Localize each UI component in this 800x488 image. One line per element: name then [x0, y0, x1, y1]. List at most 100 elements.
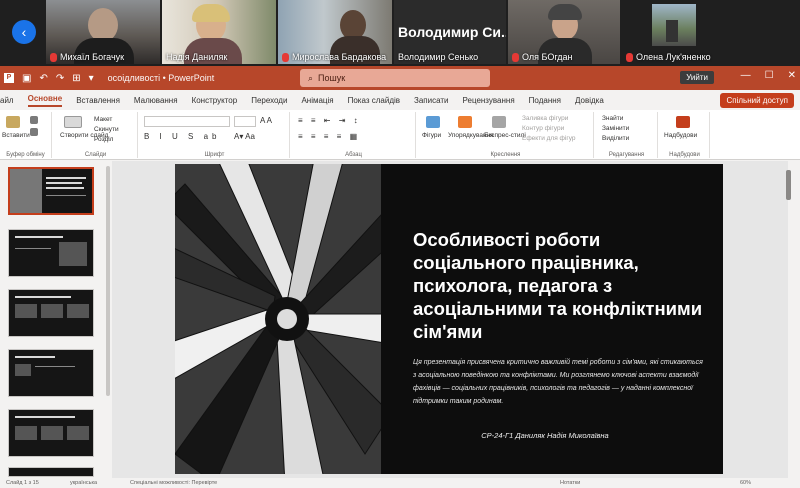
find-button[interactable]: Знайти	[602, 115, 623, 122]
font-format-icons[interactable]: B I U S ab	[144, 132, 220, 141]
tab-record[interactable]: Записати	[414, 96, 449, 105]
tab-insert[interactable]: Вставлення	[76, 96, 120, 105]
search-input[interactable]: ⌕ Пошук	[300, 69, 490, 87]
slides-group-label: Слайди	[84, 152, 107, 158]
slides-group: Створити слайд Макет Скинути Розділ Слай…	[54, 112, 138, 158]
shape-fill-button[interactable]: Заливка фігури	[522, 115, 568, 122]
font-group-label: Шрифт	[204, 152, 225, 158]
video-strip: ‹ Михаїл Богачук Надія Даниляк Мирослава…	[0, 0, 800, 66]
previous-participants-button[interactable]: ‹	[12, 20, 36, 44]
addins-button[interactable]: Надбудови	[664, 132, 697, 139]
participant-name: Михаїл Богачук	[60, 52, 125, 62]
addins-group: Надбудови Надбудови	[660, 112, 710, 158]
shapes-button[interactable]: Фігури	[422, 132, 441, 139]
font-grow-icon[interactable]: A A	[260, 116, 272, 125]
close-icon[interactable]: ✕	[788, 70, 796, 81]
addins-icon[interactable]	[676, 116, 690, 128]
drawing-group: Фігури Упорядкування Експрес-стилі Залив…	[418, 112, 594, 158]
hands-together-image	[175, 164, 381, 474]
editing-group: Знайти Замінити Виділити Редагування	[596, 112, 658, 158]
exit-button[interactable]: Уийти	[680, 71, 714, 84]
participant-name: Мирослава Бардакова	[292, 52, 387, 62]
tab-home[interactable]: Основне	[27, 94, 63, 107]
tab-view[interactable]: Подання	[529, 96, 561, 105]
arrange-icon[interactable]	[458, 116, 472, 128]
list-icons[interactable]: ≡ ≡ ⇤ ⇥ ↕	[298, 116, 361, 125]
tab-slideshow[interactable]: Показ слайдів	[348, 96, 400, 105]
notes-button[interactable]: Нотатки	[560, 480, 580, 486]
search-placeholder: Пошук	[318, 73, 346, 83]
reset-button[interactable]: Скинути	[94, 126, 119, 133]
current-slide[interactable]: Особливості роботи соціального працівник…	[175, 164, 723, 474]
font-group: A A B I U S ab A▾ Aa Шрифт	[140, 112, 290, 158]
thumbnails-scrollbar[interactable]	[106, 166, 110, 396]
ribbon-tabs: айл Основне Вставлення Малювання Констру…	[0, 90, 800, 110]
shape-effects-button[interactable]: Ефекти для фігур	[522, 135, 576, 142]
new-slide-icon[interactable]	[64, 116, 82, 128]
share-button[interactable]: Спільний доступ	[720, 93, 794, 108]
app-title: PowerPoint	[168, 73, 215, 83]
shapes-icon[interactable]	[426, 116, 440, 128]
slide-thumbnail[interactable]	[8, 409, 94, 457]
present-icon[interactable]: ⊞	[72, 73, 80, 84]
powerpoint-icon: P	[4, 73, 14, 83]
customize-arrow-icon[interactable]: ▾	[89, 73, 94, 84]
zoom-level[interactable]: 60%	[740, 480, 751, 486]
copy-icon[interactable]	[30, 128, 38, 136]
slide-title[interactable]: Особливості роботи соціального працівник…	[413, 228, 703, 343]
participant-tile[interactable]: Олена Лук'яненко	[622, 0, 734, 64]
participant-display-name: Володимир Си...	[398, 24, 506, 40]
paste-icon[interactable]	[6, 116, 20, 128]
quick-styles-icon[interactable]	[492, 116, 506, 128]
participant-tile[interactable]: Володимир Си... Володимир Сенько	[394, 0, 506, 64]
tab-animations[interactable]: Анімація	[301, 96, 333, 105]
tab-file[interactable]: айл	[0, 96, 14, 105]
participant-tile[interactable]: Михаїл Богачук	[46, 0, 160, 64]
participant-name: Надія Даниляк	[166, 52, 228, 62]
status-bar: Слайд 1 з 15 українська Спеціальні можли…	[0, 478, 800, 488]
participant-tile[interactable]: Оля БОгдан	[508, 0, 620, 64]
undo-icon[interactable]: ↶	[39, 73, 47, 84]
slide-scrollbar[interactable]	[786, 170, 791, 200]
font-size-select[interactable]	[234, 116, 256, 127]
title-bar: P ▣ ↶ ↷ ⊞ ▾ осоідливості • PowerPoint ⌕ …	[0, 66, 800, 90]
accessibility-status[interactable]: Спеціальні можливості: Перевірте	[130, 480, 217, 486]
slide-author[interactable]: СР-24-Г1 Даниляк Надія Миколаївна	[445, 431, 645, 440]
participant-tile[interactable]: Мирослава Бардакова	[278, 0, 392, 64]
tab-review[interactable]: Рецензування	[463, 96, 515, 105]
quick-styles-button[interactable]: Експрес-стилі	[484, 132, 526, 139]
select-button[interactable]: Виділити	[602, 135, 629, 142]
mic-muted-icon	[282, 52, 289, 62]
language-status[interactable]: українська	[70, 480, 97, 486]
paste-button[interactable]: Вставити	[2, 132, 30, 139]
clipboard-group-label: Буфер обміну	[6, 152, 45, 158]
minimize-icon[interactable]: —	[741, 70, 751, 81]
participant-tile-active[interactable]: Надія Даниляк	[162, 0, 276, 64]
slide-thumbnail[interactable]	[8, 167, 94, 215]
slide-thumbnail[interactable]	[8, 467, 94, 477]
redo-icon[interactable]: ↷	[56, 73, 64, 84]
section-button[interactable]: Розділ	[94, 136, 113, 143]
slide-thumbnail[interactable]	[8, 229, 94, 277]
font-color-icon[interactable]: A▾ Aa	[234, 132, 255, 141]
tab-draw[interactable]: Малювання	[134, 96, 178, 105]
replace-button[interactable]: Замінити	[602, 125, 629, 132]
slide-thumbnail[interactable]	[8, 349, 94, 397]
document-title: осоідливості	[107, 73, 161, 83]
maximize-icon[interactable]: ☐	[765, 70, 774, 81]
clipboard-group: Вставити Буфер обміну	[0, 112, 52, 158]
shape-outline-button[interactable]: Контур фігури	[522, 125, 564, 132]
thumbnail-image	[10, 169, 42, 213]
layout-button[interactable]: Макет	[94, 116, 112, 123]
slide-thumbnail[interactable]	[8, 289, 94, 337]
tab-design[interactable]: Конструктор	[192, 96, 238, 105]
save-icon[interactable]: ▣	[22, 73, 31, 84]
tab-help[interactable]: Довідка	[575, 96, 604, 105]
paragraph-group: ≡ ≡ ⇤ ⇥ ↕ ≡ ≡ ≡ ≡ ▦ Абзац	[292, 112, 416, 158]
participant-name: Олена Лук'яненко	[636, 52, 711, 62]
tab-transitions[interactable]: Переходи	[251, 96, 287, 105]
align-icons[interactable]: ≡ ≡ ≡ ≡ ▦	[298, 132, 360, 141]
font-name-select[interactable]	[144, 116, 230, 127]
cut-icon[interactable]	[30, 116, 38, 124]
slide-body-text[interactable]: Ця презентація присвячена критично важли…	[413, 356, 703, 408]
